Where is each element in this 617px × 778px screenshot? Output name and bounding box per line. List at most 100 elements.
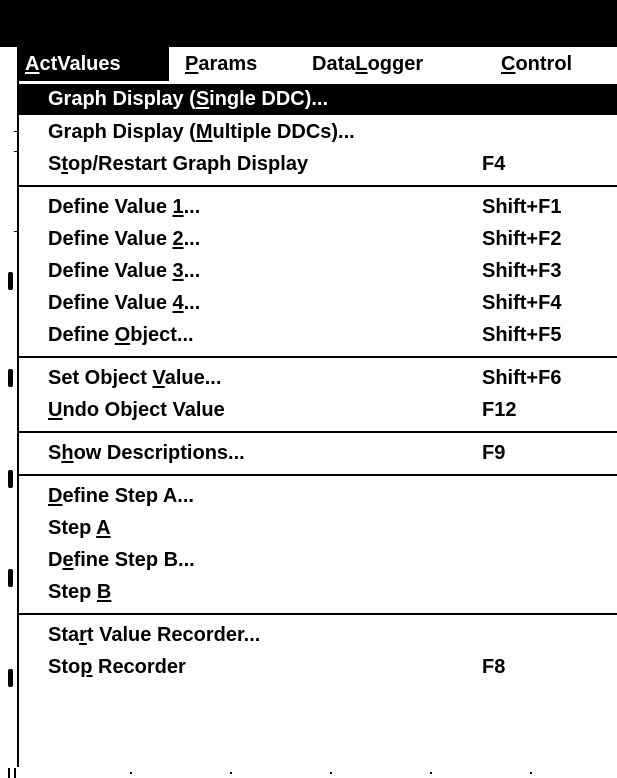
menu-item-define-step-b[interactable]: Define Step B...	[19, 545, 617, 576]
label-pre: Define	[48, 324, 115, 346]
label-key: V	[152, 367, 165, 389]
menu-separator	[19, 431, 617, 433]
label-key: M	[195, 121, 213, 143]
label-pre: Define Value	[48, 292, 173, 314]
menu-label-key: A	[25, 53, 40, 75]
menu-item-shortcut: Shift+F1	[482, 196, 562, 218]
menu-label-post: arams	[198, 53, 258, 75]
menu-label-pre: Data	[312, 53, 356, 75]
ruler-mark	[8, 768, 10, 778]
menu-item-label: Define Step B...	[48, 545, 195, 576]
menu-separator	[19, 474, 617, 476]
menu-item-stop-recorder[interactable]: Stop Recorder F8	[19, 652, 617, 683]
label-post: Recorder	[92, 656, 186, 678]
menu-item-label: Step A	[48, 513, 111, 544]
menu-datalogger[interactable]: DataLogger	[304, 47, 431, 81]
edge-marker	[8, 569, 13, 587]
menu-item-label: Show Descriptions...	[48, 438, 245, 469]
label-pre: S	[48, 153, 62, 175]
menu-item-shortcut: Shift+F6	[482, 367, 562, 389]
background-window-edge	[0, 81, 17, 778]
label-pre: Sta	[48, 624, 80, 646]
menu-label-key: L	[355, 53, 368, 75]
menu-item-shortcut: Shift+F2	[482, 228, 562, 250]
menu-item-define-value-1[interactable]: Define Value 1... Shift+F1	[19, 192, 617, 223]
ruler-dot	[330, 772, 332, 774]
label-post: fine Step B...	[73, 549, 195, 571]
label-post: ingle DDC)...	[209, 88, 329, 110]
menu-actvalues[interactable]: ActValues	[17, 47, 169, 81]
label-pre: Step	[48, 581, 97, 603]
menu-item-label: Define Value 4...	[48, 288, 200, 319]
menu-item-shortcut: F4	[482, 153, 506, 175]
menu-label-key: C	[501, 53, 516, 75]
menu-item-label: Graph Display (Multiple DDCs)...	[48, 117, 355, 148]
menu-item-graph-display-single[interactable]: Graph Display (Single DDC)...	[19, 84, 617, 115]
label-pre: Define Value	[48, 228, 173, 250]
label-post: ultiple DDCs)...	[212, 121, 355, 143]
label-key: h	[61, 442, 74, 464]
label-pre: Step	[48, 517, 97, 539]
label-key: A	[96, 517, 111, 539]
label-post: efine Step A...	[62, 485, 194, 507]
menu-item-shortcut: Shift+F5	[482, 324, 562, 346]
edge-marker	[8, 470, 13, 488]
label-pre: Graph Display (	[48, 121, 196, 143]
label-post: op/Restart Graph Display	[68, 153, 309, 175]
label-pre: Set Object	[48, 367, 153, 389]
menu-item-shortcut: Shift+F4	[482, 292, 562, 314]
edge-tick	[14, 151, 17, 152]
menu-item-show-descriptions[interactable]: Show Descriptions... F9	[19, 438, 617, 469]
menu-item-define-value-4[interactable]: Define Value 4... Shift+F4	[19, 288, 617, 319]
label-pre: Sto	[48, 656, 81, 678]
label-post: ...	[183, 260, 201, 282]
label-post: t Value Recorder...	[86, 624, 261, 646]
label-post: ...	[183, 292, 201, 314]
menu-item-label: Stop/Restart Graph Display	[48, 149, 308, 180]
label-key: r	[79, 624, 87, 646]
ruler-dot	[130, 772, 132, 774]
menu-item-shortcut: F12	[482, 399, 517, 421]
menu-label-post: ontrol	[515, 53, 573, 75]
menu-item-step-a[interactable]: Step A	[19, 513, 617, 544]
menu-params[interactable]: Params	[177, 47, 265, 81]
edge-tick	[14, 131, 17, 132]
menu-item-label: Define Value 1...	[48, 192, 200, 223]
title-bar	[0, 0, 617, 47]
label-key: 3	[172, 260, 184, 282]
menu-label-post: ogger	[367, 53, 424, 75]
label-key: e	[62, 549, 74, 571]
ruler-mark	[14, 768, 16, 778]
menu-separator	[19, 613, 617, 615]
menu-item-undo-object-value[interactable]: Undo Object Value F12	[19, 395, 617, 426]
label-post: ow Descriptions...	[73, 442, 245, 464]
menu-item-define-value-2[interactable]: Define Value 2... Shift+F2	[19, 224, 617, 255]
menu-item-stop-restart-graph[interactable]: Stop/Restart Graph Display F4	[19, 149, 617, 180]
label-post: ...	[183, 228, 201, 250]
ruler-dot	[430, 772, 432, 774]
ruler-dot	[230, 772, 232, 774]
edge-marker	[8, 669, 13, 687]
menu-item-define-step-a[interactable]: Define Step A...	[19, 481, 617, 512]
menu-item-shortcut: F8	[482, 656, 506, 678]
menu-item-label: Define Value 2...	[48, 224, 200, 255]
label-key: U	[48, 399, 63, 421]
label-pre: Graph Display (	[48, 88, 196, 110]
menu-item-step-b[interactable]: Step B	[19, 577, 617, 608]
actvalues-dropdown-menu: Graph Display (Single DDC)... Graph Disp…	[17, 81, 617, 767]
edge-marker	[8, 272, 13, 290]
label-post: ndo Object Value	[62, 399, 225, 421]
menu-separator	[19, 185, 617, 187]
label-pre: D	[48, 549, 63, 571]
label-key: B	[96, 581, 112, 603]
ruler-dot	[530, 772, 532, 774]
menu-control[interactable]: Control	[493, 47, 580, 81]
menu-item-graph-display-multiple[interactable]: Graph Display (Multiple DDCs)...	[19, 117, 617, 148]
menu-item-label: Define Object...	[48, 320, 194, 351]
menu-item-start-value-recorder[interactable]: Start Value Recorder...	[19, 620, 617, 651]
menu-item-define-object[interactable]: Define Object... Shift+F5	[19, 320, 617, 351]
edge-marker	[8, 369, 13, 387]
edge-tick	[14, 231, 17, 232]
menu-item-set-object-value[interactable]: Set Object Value... Shift+F6	[19, 363, 617, 394]
menu-item-define-value-3[interactable]: Define Value 3... Shift+F3	[19, 256, 617, 287]
